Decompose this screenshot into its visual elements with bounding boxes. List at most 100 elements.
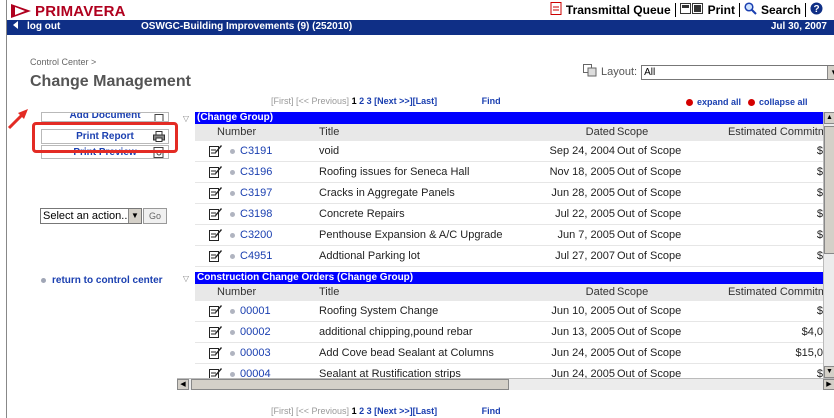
- table-row[interactable]: C3200 Penthouse Expansion & A/C Upgrade Ju…: [195, 225, 825, 246]
- find-link[interactable]: Find: [482, 96, 501, 106]
- column-number[interactable]: Number: [217, 126, 256, 138]
- collapse-triangle-icon[interactable]: ▽: [177, 114, 195, 123]
- breadcrumb[interactable]: Control Center >: [30, 57, 96, 67]
- row-bullet-icon: [230, 309, 235, 314]
- page-title: Change Management: [30, 73, 191, 90]
- pager-current: 1: [351, 406, 357, 416]
- layout-label: Layout:: [601, 66, 638, 78]
- edit-document-icon[interactable]: [209, 304, 222, 317]
- document-number-link[interactable]: C3191: [240, 145, 272, 157]
- document-scope: Out of Scope: [617, 305, 682, 317]
- group-header[interactable]: ▽ (Change Group): [177, 112, 825, 124]
- scroll-down-icon[interactable]: ▼: [824, 366, 834, 378]
- layout-dropdown[interactable]: All ▼: [641, 64, 834, 80]
- table-row[interactable]: 00001 Roofing System Change Jun 10, 2005 Ou…: [195, 301, 825, 322]
- edit-document-icon[interactable]: [209, 346, 222, 359]
- edit-document-icon[interactable]: [209, 144, 222, 157]
- scroll-thumb[interactable]: [191, 379, 509, 390]
- vertical-scrollbar[interactable]: ▲ ▼: [823, 112, 834, 378]
- document-number-link[interactable]: 00001: [240, 305, 271, 317]
- search-label: Search: [760, 3, 801, 17]
- chevron-down-icon[interactable]: ▼: [128, 209, 141, 223]
- edit-document-icon[interactable]: [209, 228, 222, 241]
- document-number-link[interactable]: 00004: [240, 368, 271, 378]
- document-title: Sealant at Rustification strips: [319, 368, 461, 378]
- document-title: Addtional Parking lot: [319, 250, 420, 262]
- pager-prev[interactable]: [<< Previous]: [296, 406, 349, 416]
- edit-document-icon[interactable]: [209, 165, 222, 178]
- return-to-control-center-link[interactable]: return to control center: [41, 275, 163, 286]
- pager-last[interactable]: [Last]: [413, 96, 438, 106]
- scroll-up-icon[interactable]: ▲: [824, 112, 834, 124]
- logout-arrow-icon: [13, 21, 21, 32]
- column-scope[interactable]: Scope: [617, 126, 648, 138]
- table-row[interactable]: C3198 Concrete Repairs Jul 22, 2005 Out of …: [195, 204, 825, 225]
- expand-all-link[interactable]: expand all: [686, 97, 741, 107]
- column-header-row: Number Title Dated Scope Estimated Commitm: [195, 124, 825, 141]
- edit-document-icon[interactable]: [209, 207, 222, 220]
- edit-document-icon[interactable]: [209, 367, 222, 378]
- pager-pages[interactable]: 2 3: [359, 406, 372, 416]
- help-link[interactable]: ?: [806, 2, 831, 18]
- column-estimated-commitment[interactable]: Estimated Commitm: [728, 126, 825, 138]
- print-link[interactable]: Print: [676, 2, 739, 18]
- edit-document-icon[interactable]: [209, 325, 222, 338]
- table-row[interactable]: 00002 additional chipping,pound rebar Jun …: [195, 322, 825, 343]
- pager-next[interactable]: [Next >>]: [374, 406, 413, 416]
- add-document-button[interactable]: Add Document: [41, 112, 169, 122]
- column-dated[interactable]: Dated: [586, 286, 615, 298]
- group-header[interactable]: ▽ Construction Change Orders (Change Grou…: [177, 272, 825, 284]
- document-number-link[interactable]: C3196: [240, 166, 272, 178]
- column-title[interactable]: Title: [319, 126, 339, 138]
- search-link[interactable]: Search: [740, 2, 805, 18]
- estimated-commitment-value: $15,0: [795, 347, 823, 359]
- collapse-triangle-icon[interactable]: ▽: [177, 274, 195, 283]
- column-estimated-commitment[interactable]: Estimated Commitm: [728, 286, 825, 298]
- pager-pages[interactable]: 2 3: [359, 96, 372, 106]
- scroll-right-icon[interactable]: ▶: [823, 379, 834, 390]
- scroll-thumb[interactable]: [824, 126, 834, 254]
- table-row[interactable]: C3196 Roofing issues for Seneca Hall Nov 1…: [195, 162, 825, 183]
- horizontal-scrollbar[interactable]: ◀ ▶: [177, 378, 834, 390]
- collapse-all-link[interactable]: collapse all: [748, 97, 808, 107]
- logout-link[interactable]: log out: [13, 21, 60, 32]
- find-link[interactable]: Find: [482, 406, 501, 416]
- action-go-button[interactable]: Go: [143, 208, 167, 224]
- edit-document-icon[interactable]: [209, 186, 222, 199]
- pager-prev[interactable]: [<< Previous]: [296, 96, 349, 106]
- document-number-link[interactable]: C3198: [240, 208, 272, 220]
- scroll-left-icon[interactable]: ◀: [177, 379, 189, 390]
- print-icon: [679, 2, 704, 18]
- document-scope: Out of Scope: [617, 368, 682, 378]
- document-number-link[interactable]: 00002: [240, 326, 271, 338]
- document-dated: Jul 27, 2007: [555, 250, 615, 262]
- table-row[interactable]: C3197 Cracks in Aggregate Panels Jun 28, 2…: [195, 183, 825, 204]
- table-row[interactable]: 00003 Add Cove bead Sealant at Columns Jun…: [195, 343, 825, 364]
- document-icon: [153, 114, 165, 121]
- row-bullet-icon: [230, 330, 235, 335]
- document-number-link[interactable]: C4951: [240, 250, 272, 262]
- pager-first[interactable]: [First]: [271, 406, 294, 416]
- document-dated: Jun 28, 2005: [551, 187, 615, 199]
- document-number-link[interactable]: C3197: [240, 187, 272, 199]
- pager-first[interactable]: [First]: [271, 96, 294, 106]
- column-title[interactable]: Title: [319, 286, 339, 298]
- action-dropdown[interactable]: Select an action... ▼: [40, 208, 142, 224]
- highlight-box: [32, 122, 178, 153]
- document-number-link[interactable]: C3200: [240, 229, 272, 241]
- column-scope[interactable]: Scope: [617, 286, 648, 298]
- transmittal-queue-link[interactable]: Transmittal Queue: [546, 2, 675, 18]
- document-number-link[interactable]: 00003: [240, 347, 271, 359]
- table-row[interactable]: 00004 Sealant at Rustification strips Jun …: [195, 364, 825, 378]
- column-number[interactable]: Number: [217, 286, 256, 298]
- pager-bottom: [First] [<< Previous] 1 2 3 [Next >>][La…: [271, 406, 501, 416]
- chevron-down-icon[interactable]: ▼: [827, 65, 834, 79]
- pager-next[interactable]: [Next >>]: [374, 96, 413, 106]
- bullet-icon: [41, 278, 46, 283]
- column-dated[interactable]: Dated: [586, 126, 615, 138]
- top-bar: PRIMAVERA Transmittal Queue Print Search…: [7, 0, 834, 20]
- pager-last[interactable]: [Last]: [413, 406, 438, 416]
- table-row[interactable]: C4951 Addtional Parking lot Jul 27, 2007 Ou…: [195, 246, 825, 267]
- table-row[interactable]: C3191 void Sep 24, 2004 Out of Scope $: [195, 141, 825, 162]
- edit-document-icon[interactable]: [209, 249, 222, 262]
